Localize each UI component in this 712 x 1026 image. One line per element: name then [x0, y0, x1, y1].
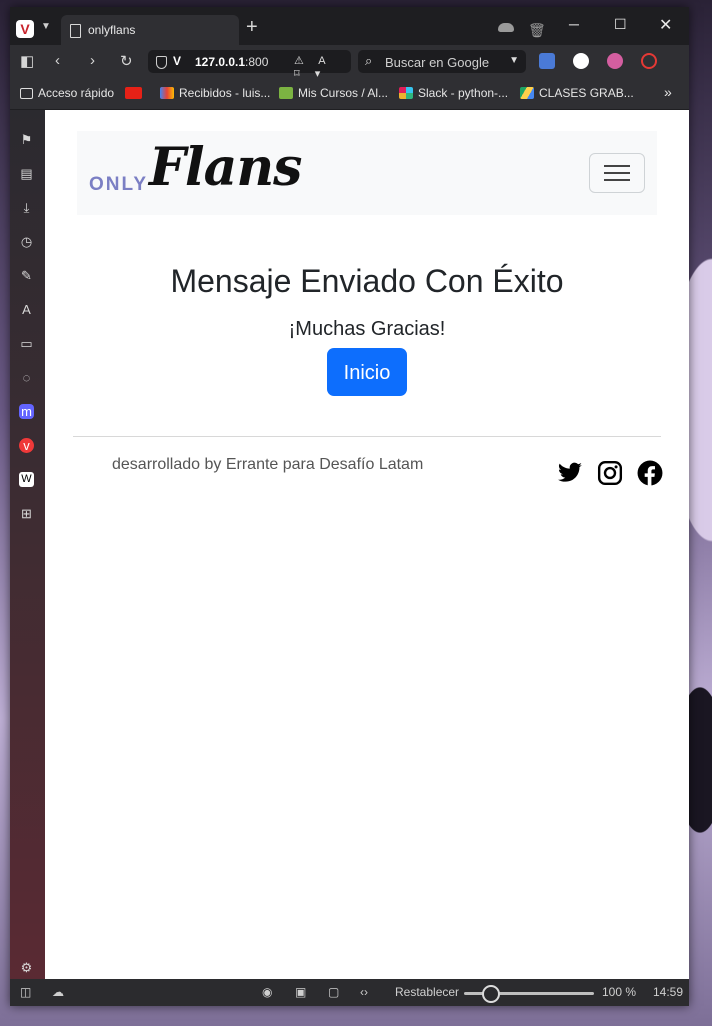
translate-icon[interactable]: A — [19, 302, 34, 317]
web-content: ONLY Flans Mensaje Enviado Con Éxito ¡Mu… — [45, 110, 689, 979]
logo-only-text: ONLY — [89, 174, 149, 195]
extension-icon-2[interactable] — [607, 53, 623, 69]
page-title: Mensaje Enviado Con Éxito — [170, 263, 564, 299]
tab-onlyflans[interactable]: onlyflans — [61, 15, 239, 45]
downloads-icon[interactable]: ⤓ — [19, 200, 34, 215]
search-field[interactable]: ⌕ Buscar en Google ▼ — [358, 50, 526, 73]
sync-cloud-icon[interactable]: ☁ — [52, 985, 64, 999]
vivaldi-site-icon: V — [173, 54, 182, 68]
search-engine-dropdown-icon[interactable]: ▼ — [509, 55, 519, 66]
site-navbar: ONLY Flans — [77, 131, 657, 215]
zoom-reset-button[interactable]: Restablecer — [395, 985, 459, 999]
drive-icon — [520, 87, 534, 99]
notes-icon[interactable]: ✎ — [19, 268, 34, 283]
calendar-icon[interactable]: ▭ — [19, 336, 34, 351]
vivaldi-menu-icon[interactable]: V — [16, 20, 34, 38]
address-toolbar: ◧ ‹ › ↻ V 127.0.0.1:800 ⚠ A ⌑ ▾ ⌕ Buscar… — [10, 45, 689, 80]
maximize-button[interactable]: ☐ — [614, 16, 627, 33]
bookmark-gmail[interactable]: Recibidos - luis... — [160, 86, 270, 100]
bookmark-drive[interactable]: CLASES GRAB... — [520, 86, 634, 100]
instagram-icon[interactable] — [597, 460, 623, 486]
trash-icon[interactable]: 🗑 — [528, 22, 546, 39]
url-port: :800 — [245, 55, 269, 69]
image-toggle-icon[interactable]: ▣ — [295, 985, 306, 999]
panel-toggle-icon[interactable]: ◧ — [20, 52, 34, 70]
footer-credit: desarrollado by Errante para Desafío Lat… — [112, 456, 424, 473]
menu-dropdown-icon[interactable]: ▼ — [41, 21, 51, 32]
sync-cloud-icon[interactable] — [498, 23, 514, 32]
status-bar: ◫ ☁ ◉ ▣ ▢ ‹› Restablecer 100 % 14:59 — [10, 979, 689, 1006]
mastodon-icon[interactable]: m — [19, 404, 34, 419]
side-panel: ⚑ ▤ ⤓ ◷ ✎ A ▭ ◌ m v W ⊞ ⚙ — [10, 110, 45, 979]
record-extension-icon[interactable] — [641, 53, 657, 69]
document-icon — [70, 24, 81, 38]
shield-icon[interactable] — [156, 56, 167, 69]
url-host: 127.0.0.1 — [195, 55, 246, 69]
page-tiling-icon[interactable]: ▢ — [328, 985, 339, 999]
logo-flans-text: Flans — [149, 137, 302, 198]
facebook-icon[interactable] — [637, 460, 663, 486]
bookmark-youtube[interactable] — [125, 86, 147, 100]
gmail-icon — [160, 87, 174, 99]
vivaldi-panel-icon[interactable]: v — [19, 438, 34, 453]
course-icon — [279, 87, 293, 99]
extension-icon[interactable] — [573, 53, 589, 69]
settings-gear-icon[interactable]: ⚙ — [19, 960, 34, 975]
hamburger-line — [604, 179, 630, 181]
bookmarks-bar: Acceso rápido Recibidos - luis... Mis Cu… — [10, 78, 689, 110]
reading-list-icon[interactable]: ▤ — [19, 166, 34, 181]
url-actions-icon[interactable]: ⚠ A ⌑ ▾ — [294, 54, 351, 80]
clock: 14:59 — [653, 985, 684, 999]
search-icon: ⌕ — [365, 53, 373, 68]
hamburger-line — [604, 172, 630, 174]
code-icon[interactable]: ‹› — [360, 985, 368, 999]
thanks-subtitle: ¡Muchas Gracias! — [288, 318, 446, 340]
new-tab-button[interactable]: + — [246, 16, 258, 39]
back-icon[interactable]: ‹ — [55, 52, 60, 69]
hamburger-line — [604, 165, 630, 167]
folder-icon — [20, 88, 33, 99]
youtube-icon — [125, 87, 142, 99]
panel-toggle-icon[interactable]: ◫ — [20, 985, 31, 999]
browser-window: V ▼ onlyflans + 🗑 ─ ☐ ✕ ◧ ‹ › ↻ V 127.0.… — [10, 7, 689, 1006]
screenshot-camera-icon[interactable]: ◉ — [262, 985, 272, 999]
url-field[interactable]: V 127.0.0.1:800 ⚠ A ⌑ ▾ — [148, 50, 351, 80]
footer-divider — [73, 436, 661, 437]
tab-bar: V ▼ onlyflans + 🗑 ─ ☐ ✕ — [10, 7, 689, 45]
zoom-slider-handle[interactable] — [482, 985, 500, 1003]
minimize-button[interactable]: ─ — [569, 16, 579, 32]
close-button[interactable]: ✕ — [659, 15, 672, 35]
add-panel-icon[interactable]: ⊞ — [19, 506, 34, 521]
bookmark-cursos[interactable]: Mis Cursos / Al... — [279, 86, 388, 100]
navbar-toggler-button[interactable] — [589, 153, 645, 193]
tab-title: onlyflans — [88, 23, 136, 37]
zoom-level: 100 % — [602, 985, 637, 999]
slack-icon — [399, 87, 413, 99]
more-bookmarks-icon[interactable]: » — [664, 84, 672, 100]
bookmarks-panel-icon[interactable]: ⚑ — [19, 132, 34, 147]
bookmark-quick-access[interactable]: Acceso rápido — [20, 86, 114, 100]
chat-icon[interactable]: ◌ — [19, 370, 34, 385]
reload-icon[interactable]: ↻ — [120, 52, 133, 70]
home-button[interactable]: Inicio — [327, 348, 407, 396]
translate-extension-icon[interactable] — [539, 53, 555, 69]
search-placeholder: Buscar en Google — [385, 55, 490, 70]
forward-icon[interactable]: › — [90, 52, 95, 69]
history-icon[interactable]: ◷ — [19, 234, 34, 249]
wikipedia-icon[interactable]: W — [19, 472, 34, 487]
bookmark-slack[interactable]: Slack - python-... — [399, 86, 508, 100]
twitter-icon[interactable] — [557, 460, 583, 486]
